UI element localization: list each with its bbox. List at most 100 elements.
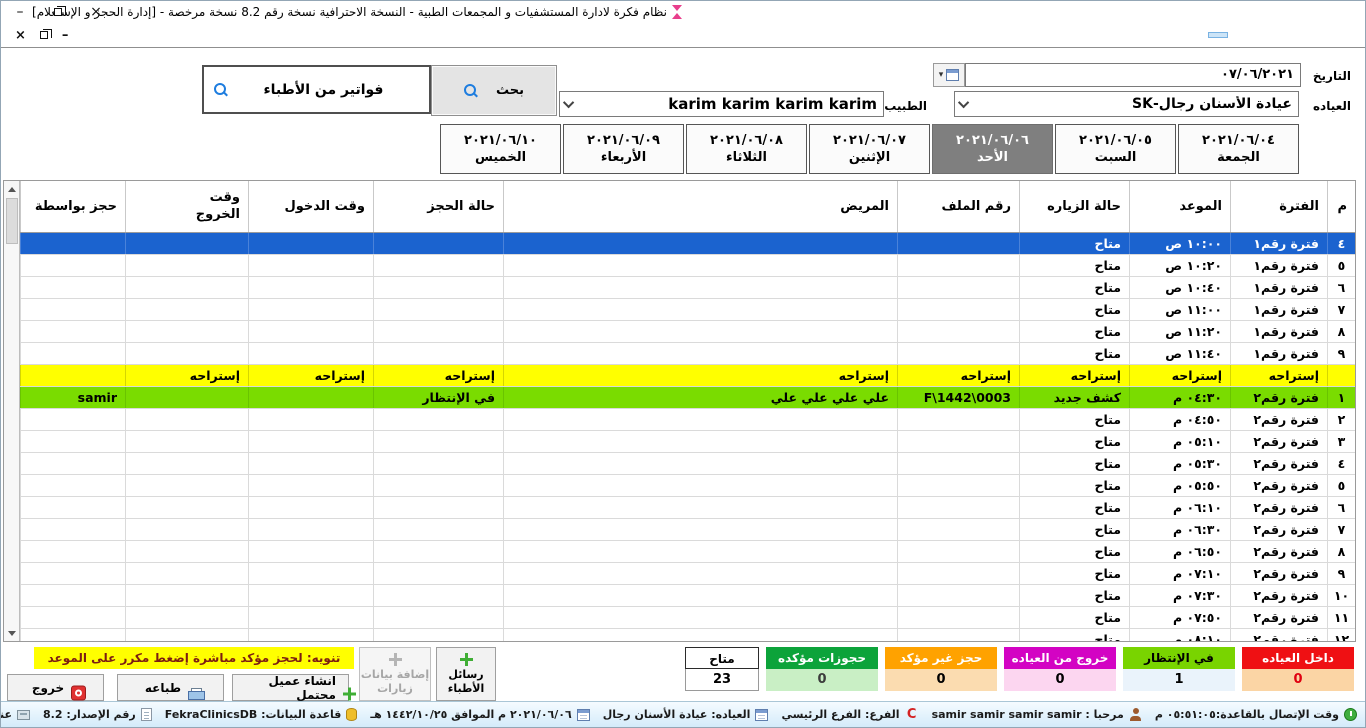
table-header-cell: رقم الملف: [897, 181, 1019, 232]
table-row[interactable]: ٨ فترة رقم٢ ٠٦:٥٠ م متاح: [20, 541, 1355, 563]
cell-booked-by: [20, 343, 125, 364]
day-tab-name: الثلاثاء: [726, 150, 767, 165]
new-client-button[interactable]: انشاء عميل محتمل: [232, 674, 349, 701]
cell-patient: [503, 629, 897, 641]
cell-booking-status: [373, 255, 503, 276]
table-row[interactable]: ٨ فترة رقم١ ١١:٢٠ ص متاح: [20, 321, 1355, 343]
status-item: رقم الإصدار: 8.2: [43, 708, 152, 721]
table-row[interactable]: ١٠ فترة رقم٢ ٠٧:٣٠ م متاح: [20, 585, 1355, 607]
table-row[interactable]: ٢ فترة رقم٢ ٠٤:٥٠ م متاح: [20, 409, 1355, 431]
scroll-up-button[interactable]: [6, 183, 18, 195]
restore-button[interactable]: [39, 1, 77, 23]
cell-file-number: إستراحه: [897, 365, 1019, 386]
table-row[interactable]: ٥ فترة رقم١ ١٠:٢٠ ص متاح: [20, 255, 1355, 277]
clinic-value: عيادة الأسنان رجال-SK: [977, 96, 1292, 112]
user-icon: [1129, 708, 1142, 721]
table-row[interactable]: ٧ فترة رقم١ ١١:٠٠ ص متاح: [20, 299, 1355, 321]
arrow-up-icon: [8, 187, 16, 192]
cell-index: [1327, 365, 1355, 386]
mdi-restore-button[interactable]: [40, 31, 48, 39]
cell-file-number: [897, 321, 1019, 342]
cell-file-number: [897, 277, 1019, 298]
day-tab[interactable]: ٢٠٢١/٠٦/١٠ الخميس: [440, 124, 561, 174]
table-header-row: مالفترةالموعدحالة الزيارهرقم الملفالمريض…: [20, 181, 1355, 233]
print-button[interactable]: طباعه: [117, 674, 224, 701]
cell-appointment: ٠٥:٣٠ م: [1129, 453, 1230, 474]
table-row[interactable]: ٩ فترة رقم١ ١١:٤٠ ص متاح: [20, 343, 1355, 365]
table-row[interactable]: ٩ فترة رقم٢ ٠٧:١٠ م متاح: [20, 563, 1355, 585]
table-row[interactable]: ٤ فترة رقم٢ ٠٥:٣٠ م متاح: [20, 453, 1355, 475]
cell-booking-status: [373, 585, 503, 606]
day-tab-date: ٢٠٢١/٠٦/٠٥: [1079, 133, 1152, 148]
table-row[interactable]: ١٢ فترة رقم٢ ٠٨:١٠ م متاح: [20, 629, 1355, 641]
cell-booked-by: [20, 365, 125, 386]
status-item-text: ٢٠٢١/٠٦/٠٦ م الموافق ١٤٤٢/١٠/٢٥ هـ: [370, 708, 571, 721]
date-label: التاريخ: [1313, 65, 1351, 87]
cell-visit-status: متاح: [1019, 255, 1129, 276]
day-tab[interactable]: ٢٠٢١/٠٦/٠٨ الثلاثاء: [686, 124, 807, 174]
table-header-cell: حجز بواسطة: [20, 181, 125, 232]
day-tab[interactable]: ٢٠٢١/٠٦/٠٥ السبت: [1055, 124, 1176, 174]
cell-index: ٨: [1327, 321, 1355, 342]
minimize-button[interactable]: –: [1, 1, 39, 23]
doctor-invoices-button[interactable]: فواتير من الأطباء: [202, 65, 431, 114]
cell-booking-status: [373, 299, 503, 320]
search-button[interactable]: بحث: [431, 65, 557, 116]
scroll-down-button[interactable]: [6, 627, 18, 639]
table-row[interactable]: ٦ فترة رقم٢ ٠٦:١٠ م متاح: [20, 497, 1355, 519]
table-row[interactable]: ٥ فترة رقم٢ ٠٥:٥٠ م متاح: [20, 475, 1355, 497]
doctor-select[interactable]: karim karim karim karim: [559, 91, 884, 117]
cell-file-number: [897, 607, 1019, 628]
table-header-cell: حالة الزياره: [1019, 181, 1129, 232]
status-item-text: وقت الإتصال بالقاعدة:٠٥:٥١:٠٥ م: [1155, 708, 1339, 721]
cell-appointment: ٠٦:٣٠ م: [1129, 519, 1230, 540]
date-input[interactable]: ٠٧/٠٦/٢٠٢١: [965, 63, 1301, 87]
cell-exit-time: [125, 475, 248, 496]
cell-appointment: إستراحه: [1129, 365, 1230, 386]
doctor-messages-button[interactable]: رسائل الأطباء: [436, 647, 496, 701]
day-tab[interactable]: ٢٠٢١/٠٦/٠٦ الأحد: [932, 124, 1053, 174]
table-row[interactable]: إستراحه إستراحه إستراحه إستراحه إستراحه …: [20, 365, 1355, 387]
title-bar: نظام فكرة لادارة المستشفيات و المجمعات ا…: [1, 1, 1365, 23]
cell-entry-time: [248, 387, 373, 408]
scrollbar-thumb[interactable]: [6, 198, 18, 244]
table-row[interactable]: ٣ فترة رقم٢ ٠٥:١٠ م متاح: [20, 431, 1355, 453]
day-tab[interactable]: ٢٠٢١/٠٦/٠٩ الأربعاء: [563, 124, 684, 174]
cell-index: ٤: [1327, 233, 1355, 254]
menu-item[interactable]: [1274, 32, 1294, 38]
day-tab[interactable]: ٢٠٢١/٠٦/٠٧ الإثنين: [809, 124, 930, 174]
cell-exit-time: [125, 299, 248, 320]
cell-booked-by: [20, 431, 125, 452]
menu-bar: [1, 23, 1365, 47]
menu-item[interactable]: [1252, 32, 1272, 38]
cell-booking-status: [373, 431, 503, 452]
date-dropdown-button[interactable]: ▾: [933, 63, 965, 87]
status-item: عنوان IP:: [1, 708, 30, 721]
table-row[interactable]: ٤ فترة رقم١ ١٠:٠٠ ص متاح: [20, 233, 1355, 255]
cell-entry-time: [248, 585, 373, 606]
mdi-minimize-button[interactable]: –: [62, 29, 69, 42]
mdi-close-button[interactable]: ×: [15, 29, 26, 42]
clinic-select[interactable]: عيادة الأسنان رجال-SK: [954, 91, 1299, 117]
day-tab-date: ٢٠٢١/٠٦/٠٨: [710, 133, 783, 148]
table-row[interactable]: ٧ فترة رقم٢ ٠٦:٣٠ م متاح: [20, 519, 1355, 541]
schedule-grid: مالفترةالموعدحالة الزيارهرقم الملفالمريض…: [20, 181, 1355, 641]
menu-item[interactable]: [1318, 32, 1338, 38]
table-row[interactable]: ٦ فترة رقم١ ١٠:٤٠ ص متاح: [20, 277, 1355, 299]
close-button[interactable]: ×: [77, 1, 115, 23]
menu-item[interactable]: [1208, 32, 1228, 38]
cell-exit-time: [125, 497, 248, 518]
cell-patient: [503, 453, 897, 474]
cell-appointment: ٠٤:٥٠ م: [1129, 409, 1230, 430]
app-logo-icon: [672, 5, 683, 19]
table-row[interactable]: ١ فترة رقم٢ ٠٤:٣٠ م كشف جديد F\1442\0003…: [20, 387, 1355, 409]
menu-item[interactable]: [1230, 32, 1250, 38]
table-row[interactable]: ١١ فترة رقم٢ ٠٧:٥٠ م متاح: [20, 607, 1355, 629]
vertical-scrollbar[interactable]: [4, 181, 20, 641]
menu-item[interactable]: [1296, 32, 1316, 38]
menu-item[interactable]: [1340, 32, 1360, 38]
day-tab[interactable]: ٢٠٢١/٠٦/٠٤ الجمعة: [1178, 124, 1299, 174]
table-header-cell: حالة الحجز: [373, 181, 503, 232]
exit-button[interactable]: خروج: [7, 674, 104, 701]
cell-period: فترة رقم٢: [1230, 629, 1327, 641]
